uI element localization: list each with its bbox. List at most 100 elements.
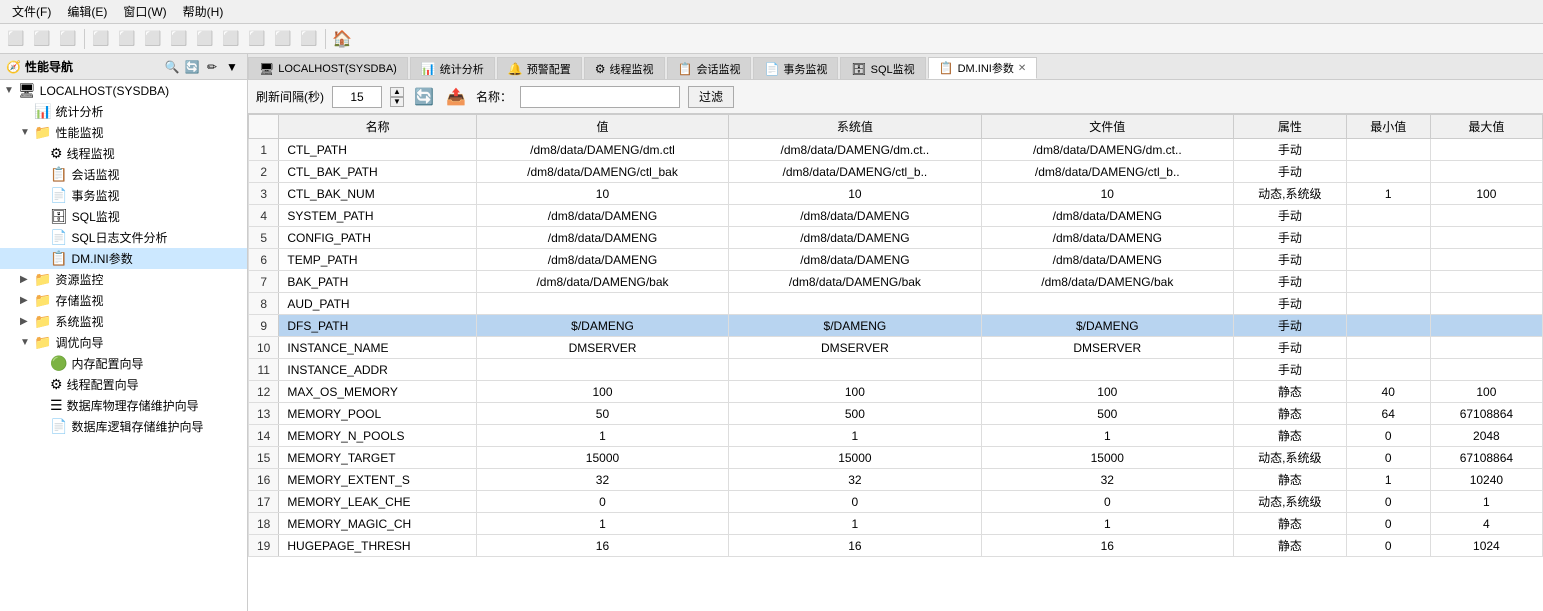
param-attr: 手动 <box>1234 293 1347 315</box>
tree-item-sql[interactable]: 🗄 SQL监视 <box>0 206 247 227</box>
col-value-header: 值 <box>476 115 728 139</box>
toolbar-btn-2[interactable]: ⬜ <box>30 27 54 51</box>
interval-input[interactable] <box>332 86 382 108</box>
toolbar-btn-10[interactable]: ⬜ <box>245 27 269 51</box>
tab-7[interactable]: 📋DM.INI参数✕ <box>928 57 1038 79</box>
menu-edit[interactable]: 编辑(E) <box>59 1 115 22</box>
param-name: SYSTEM_PATH <box>279 205 476 227</box>
table-row[interactable]: 9 DFS_PATH $/DAMENG $/DAMENG $/DAMENG 手动 <box>249 315 1543 337</box>
expand-icon: ▶ <box>20 295 34 306</box>
tree-item-txn[interactable]: 📄 事务监视 <box>0 185 247 206</box>
row-num: 15 <box>249 447 279 469</box>
tree-item-sqllog[interactable]: 📄 SQL日志文件分析 <box>0 227 247 248</box>
toolbar-home-btn[interactable]: 🏠 <box>330 27 354 51</box>
table-row[interactable]: 2 CTL_BAK_PATH /dm8/data/DAMENG/ctl_bak … <box>249 161 1543 183</box>
toolbar-btn-1[interactable]: ⬜ <box>4 27 28 51</box>
table-row[interactable]: 19 HUGEPAGE_THRESH 16 16 16 静态 0 1024 <box>249 535 1543 557</box>
menu-file[interactable]: 文件(F) <box>4 1 59 22</box>
tree-item-session[interactable]: 📋 会话监视 <box>0 164 247 185</box>
tab-4[interactable]: 📋会话监视 <box>667 57 752 79</box>
col-filevalue-header: 文件值 <box>981 115 1233 139</box>
toolbar-btn-11[interactable]: ⬜ <box>271 27 295 51</box>
tree-item-root[interactable]: ▼ 🖥 LOCALHOST(SYSDBA) <box>0 80 247 101</box>
table-row[interactable]: 4 SYSTEM_PATH /dm8/data/DAMENG /dm8/data… <box>249 205 1543 227</box>
toolbar-btn-8[interactable]: ⬜ <box>193 27 217 51</box>
param-min: 64 <box>1346 403 1430 425</box>
refresh-btn[interactable]: 🔄 <box>412 85 436 109</box>
tree-item-perf[interactable]: ▼ 📁 性能监视 <box>0 122 247 143</box>
table-row[interactable]: 11 INSTANCE_ADDR 手动 <box>249 359 1543 381</box>
table-row[interactable]: 8 AUD_PATH 手动 <box>249 293 1543 315</box>
tree-item-storage[interactable]: ▶ 📁 存储监视 <box>0 290 247 311</box>
table-row[interactable]: 5 CONFIG_PATH /dm8/data/DAMENG /dm8/data… <box>249 227 1543 249</box>
tab-6[interactable]: 🗄SQL监视 <box>840 57 925 79</box>
toolbar-btn-4[interactable]: ⬜ <box>89 27 113 51</box>
param-max: 4 <box>1430 513 1542 535</box>
node-label: 内存配置向导 <box>71 355 143 372</box>
table-row[interactable]: 1 CTL_PATH /dm8/data/DAMENG/dm.ctl /dm8/… <box>249 139 1543 161</box>
table-row[interactable]: 3 CTL_BAK_NUM 10 10 10 动态,系统级 1 100 <box>249 183 1543 205</box>
toolbar-btn-5[interactable]: ⬜ <box>115 27 139 51</box>
param-max: 2048 <box>1430 425 1542 447</box>
interval-down[interactable]: ▼ <box>390 97 404 107</box>
tab-label: SQL监视 <box>871 61 915 77</box>
row-num: 17 <box>249 491 279 513</box>
tree-item-thrcfg[interactable]: ⚙ 线程配置向导 <box>0 374 247 395</box>
toolbar-btn-6[interactable]: ⬜ <box>141 27 165 51</box>
tree-item-dbstore2[interactable]: 📄 数据库逻辑存储维护向导 <box>0 416 247 437</box>
tab-0[interactable]: 🖥LOCALHOST(SYSDBA) <box>248 57 408 79</box>
table-row[interactable]: 18 MEMORY_MAGIC_CH 1 1 1 静态 0 4 <box>249 513 1543 535</box>
tree-item-dbstore1[interactable]: ☰ 数据库物理存储维护向导 <box>0 395 247 416</box>
row-num: 16 <box>249 469 279 491</box>
param-min: 0 <box>1346 513 1430 535</box>
param-attr: 手动 <box>1234 161 1347 183</box>
toolbar-btn-9[interactable]: ⬜ <box>219 27 243 51</box>
table-row[interactable]: 7 BAK_PATH /dm8/data/DAMENG/bak /dm8/dat… <box>249 271 1543 293</box>
tree-item-dmini[interactable]: 📋 DM.INI参数 <box>0 248 247 269</box>
tree-item-resource[interactable]: ▶ 📁 资源监控 <box>0 269 247 290</box>
row-num: 2 <box>249 161 279 183</box>
tree-item-sysmon[interactable]: ▶ 📁 系统监视 <box>0 311 247 332</box>
export-btn[interactable]: 📤 <box>444 85 468 109</box>
table-row[interactable]: 13 MEMORY_POOL 50 500 500 静态 64 67108864 <box>249 403 1543 425</box>
filter-button[interactable]: 过滤 <box>688 86 734 108</box>
param-name: DFS_PATH <box>279 315 476 337</box>
tree-item-thread[interactable]: ⚙ 线程监视 <box>0 143 247 164</box>
name-input[interactable] <box>520 86 680 108</box>
param-value: 50 <box>476 403 728 425</box>
table-container[interactable]: 名称 值 系统值 文件值 属性 最小值 最大值 1 CTL_PATH /dm8/… <box>248 114 1543 611</box>
panel-edit-btn[interactable]: ✏ <box>203 58 221 76</box>
tab-5[interactable]: 📄事务监视 <box>753 57 838 79</box>
toolbar-btn-7[interactable]: ⬜ <box>167 27 191 51</box>
node-icon: ⚙ <box>50 376 63 393</box>
toolbar-btn-12[interactable]: ⬜ <box>297 27 321 51</box>
menu-window[interactable]: 窗口(W) <box>115 1 174 22</box>
table-row[interactable]: 14 MEMORY_N_POOLS 1 1 1 静态 0 2048 <box>249 425 1543 447</box>
toolbar-btn-3[interactable]: ⬜ <box>56 27 80 51</box>
param-max <box>1430 139 1542 161</box>
tree-item-tuning[interactable]: ▼ 📁 调优向导 <box>0 332 247 353</box>
param-name: AUD_PATH <box>279 293 476 315</box>
menu-help[interactable]: 帮助(H) <box>175 1 232 22</box>
table-row[interactable]: 10 INSTANCE_NAME DMSERVER DMSERVER DMSER… <box>249 337 1543 359</box>
param-min: 1 <box>1346 183 1430 205</box>
table-row[interactable]: 17 MEMORY_LEAK_CHE 0 0 0 动态,系统级 0 1 <box>249 491 1543 513</box>
interval-up[interactable]: ▲ <box>390 87 404 97</box>
expand-icon: ▶ <box>20 274 34 285</box>
panel-refresh-btn[interactable]: 🔄 <box>183 58 201 76</box>
table-row[interactable]: 16 MEMORY_EXTENT_S 32 32 32 静态 1 10240 <box>249 469 1543 491</box>
tab-2[interactable]: 🔔预警配置 <box>497 57 582 79</box>
tab-close-btn[interactable]: ✕ <box>1018 63 1026 74</box>
tree-item-memcfg[interactable]: 🟢 内存配置向导 <box>0 353 247 374</box>
panel-menu-btn[interactable]: ▼ <box>223 58 241 76</box>
tab-1[interactable]: 📊统计分析 <box>410 57 495 79</box>
table-row[interactable]: 6 TEMP_PATH /dm8/data/DAMENG /dm8/data/D… <box>249 249 1543 271</box>
tab-icon: 🖥 <box>259 62 274 76</box>
table-row[interactable]: 12 MAX_OS_MEMORY 100 100 100 静态 40 100 <box>249 381 1543 403</box>
tree-item-stats[interactable]: 📊 统计分析 <box>0 101 247 122</box>
tab-3[interactable]: ⚙线程监视 <box>584 57 665 79</box>
table-row[interactable]: 15 MEMORY_TARGET 15000 15000 15000 动态,系统… <box>249 447 1543 469</box>
panel-search-btn[interactable]: 🔍 <box>163 58 181 76</box>
row-num: 8 <box>249 293 279 315</box>
param-sysvalue <box>729 293 981 315</box>
